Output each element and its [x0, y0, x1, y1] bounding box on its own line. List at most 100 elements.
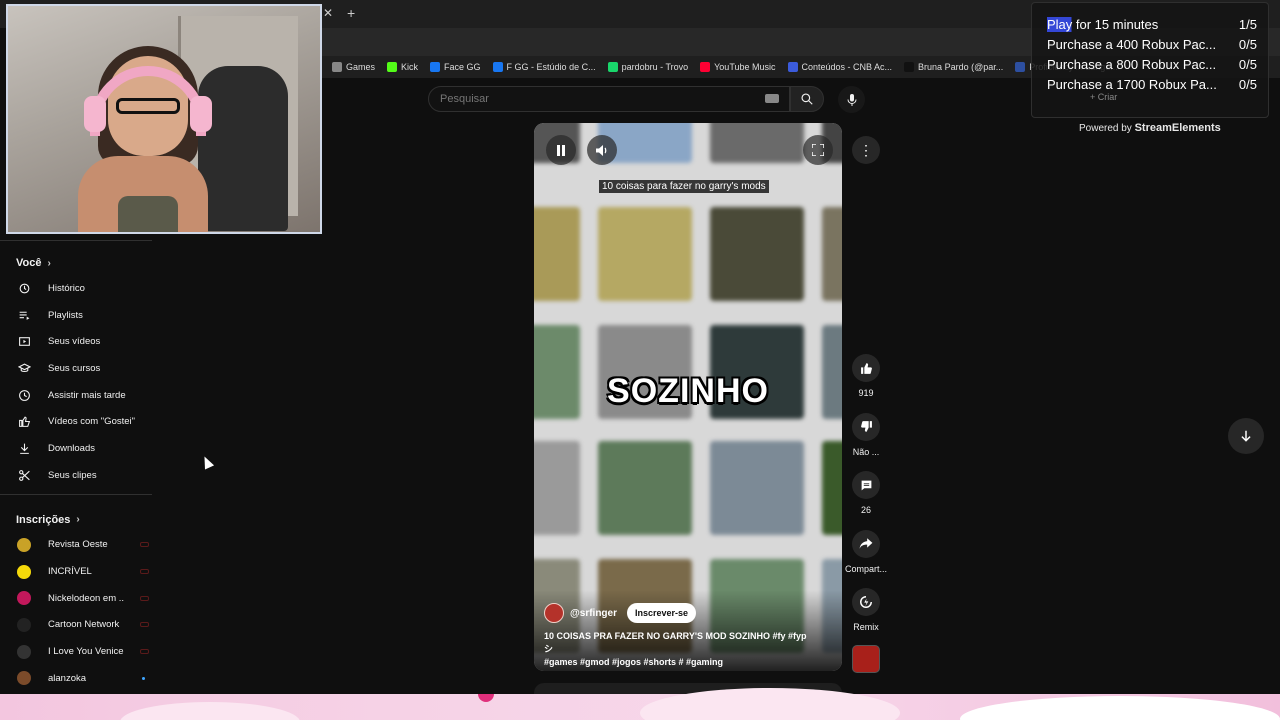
goal-row: Play for 15 minutes 1/5	[1047, 17, 1257, 32]
section-you-title: Você	[16, 257, 42, 269]
live-indicator-icon	[140, 569, 149, 575]
goal-progress: 0/5	[1238, 77, 1257, 92]
sidebar-item-liked[interactable]: Vídeos com "Gostei"	[0, 408, 154, 435]
bookmark-item[interactable]: YouTube Music	[700, 62, 776, 72]
map-thumbnail	[598, 207, 692, 301]
watch-later-icon	[17, 388, 31, 402]
subscription-item[interactable]: Revista Oeste	[0, 532, 154, 559]
subscription-item[interactable]: I Love You Venice	[0, 638, 154, 665]
sidebar-item-history[interactable]: Histórico	[0, 275, 154, 302]
history-icon	[17, 281, 31, 295]
channel-avatar[interactable]	[544, 603, 564, 623]
goal-row: Purchase a 800 Robux Pac... 0/5	[1047, 57, 1257, 72]
create-button[interactable]: + Criar	[1090, 92, 1117, 102]
live-indicator-icon	[140, 595, 149, 601]
bookmark-favicon-icon	[1015, 62, 1026, 72]
voice-search-button[interactable]	[838, 86, 865, 113]
search-icon	[801, 93, 813, 105]
sidebar-section-you[interactable]: Você ›	[0, 251, 154, 275]
bookmark-item[interactable]: Games	[332, 62, 375, 72]
comments-action[interactable]: 26	[842, 471, 890, 530]
overlay-cloud	[960, 696, 1280, 720]
subscription-name: I Love You Venice	[48, 646, 124, 658]
folder-icon	[332, 62, 342, 72]
sidebar-item-label: Seus vídeos	[48, 336, 101, 348]
sidebar-item-watch-later[interactable]: Assistir mais tarde	[0, 382, 154, 409]
bookmark-label: Bruna Pardo (@par...	[918, 62, 1004, 72]
bookmark-label: Face GG	[444, 62, 481, 72]
share-label: Compart...	[844, 563, 887, 574]
thumbs-up-icon	[860, 362, 872, 374]
channel-avatar	[17, 671, 31, 686]
video-description[interactable]: 10 COISAS PRA FAZER NO GARRY'S MOD SOZIN…	[544, 630, 814, 669]
new-tab-icon[interactable]: +	[347, 5, 355, 21]
like-action[interactable]: 919	[842, 354, 890, 413]
subscription-item[interactable]: Cartoon Network	[0, 612, 154, 639]
section-subscriptions-title: Inscrições	[16, 513, 71, 526]
bookmark-item[interactable]: Face GG	[430, 62, 481, 72]
next-short-button[interactable]	[1228, 418, 1264, 454]
sidebar-item-download[interactable]: Downloads	[0, 435, 154, 462]
bookmark-item[interactable]: Kick	[387, 62, 418, 72]
subscription-item[interactable]: INCRÍVEL	[0, 558, 154, 585]
sidebar-item-clips[interactable]: Seus clipes	[0, 462, 154, 489]
dislike-label: Não ...	[852, 446, 880, 457]
map-thumbnail	[534, 207, 580, 301]
search-input[interactable]	[440, 93, 740, 105]
live-indicator-icon	[140, 542, 149, 548]
sidebar-item-your-videos[interactable]: Seus vídeos	[0, 328, 154, 355]
bookmark-favicon-icon	[700, 62, 711, 72]
bookmark-item[interactable]: Conteúdos - CNB Ac...	[787, 62, 893, 72]
mouse-cursor	[199, 454, 215, 470]
thumbs-down-icon	[860, 421, 872, 432]
channel-avatar	[17, 537, 31, 552]
pause-button[interactable]	[546, 135, 576, 165]
description-line-2: #games #gmod #jogos #shorts # #gaming	[544, 657, 724, 667]
goal-row: Purchase a 1700 Robux Pa... 0/5	[1047, 77, 1257, 92]
fullscreen-button[interactable]	[803, 135, 833, 165]
keyboard-icon[interactable]	[765, 94, 779, 103]
map-thumbnail	[710, 123, 804, 163]
bookmark-item[interactable]: pardobru - Trovo	[607, 62, 688, 72]
goal-progress: 0/5	[1238, 57, 1257, 72]
volume-button[interactable]	[587, 135, 617, 165]
bookmark-label: F GG - Estúdio de C...	[506, 62, 596, 72]
sidebar-item-courses[interactable]: Seus cursos	[0, 355, 154, 382]
like-count: 919	[858, 388, 874, 398]
share-action[interactable]: Compart...	[842, 529, 890, 589]
sidebar-item-label: Assistir mais tarde	[48, 389, 126, 401]
your-videos-icon	[17, 335, 31, 349]
bookmark-favicon-icon	[607, 62, 618, 72]
bookmark-item[interactable]: Bruna Pardo (@par...	[904, 62, 1003, 72]
remix-action[interactable]: Remix	[842, 588, 890, 647]
goals-widget: Play for 15 minutes 1/5 Purchase a 400 Rob…	[1031, 2, 1269, 118]
video-title-overlay: 10 coisas para fazer no garry's mods	[599, 180, 769, 193]
subscription-item[interactable]: alanzoka	[0, 665, 154, 692]
bookmark-label: Kick	[401, 62, 419, 72]
stream-overlay-bottom-band	[0, 688, 1280, 720]
channel-name[interactable]: @srfinger	[570, 608, 617, 619]
bookmark-favicon-icon	[430, 62, 441, 72]
arrow-down-icon	[1241, 430, 1251, 442]
subscribe-button[interactable]: Inscrever-se	[626, 603, 697, 623]
sidebar-item-playlists[interactable]: Playlists	[0, 302, 154, 329]
sidebar-section-subscriptions[interactable]: Inscrições ›	[0, 508, 154, 532]
dislike-action[interactable]: Não ...	[842, 412, 890, 472]
sidebar-item-label: Seus cursos	[48, 362, 101, 374]
subscription-item[interactable]: Nickelodeon em ...	[0, 585, 154, 612]
comment-icon	[861, 480, 871, 490]
more-options-button[interactable]: ⋮	[852, 136, 880, 164]
sidebar-item-label: Seus clipes	[48, 469, 97, 481]
chevron-right-icon: ›	[76, 514, 80, 525]
close-tab-icon[interactable]: ✕	[323, 6, 333, 20]
bookmark-label: Conteúdos - CNB Ac...	[801, 62, 893, 72]
comment-count: 26	[860, 505, 871, 515]
bookmark-item[interactable]: F GG - Estúdio de C...	[492, 62, 596, 72]
sound-thumbnail[interactable]	[852, 645, 880, 673]
search-button[interactable]	[790, 86, 824, 112]
share-icon	[859, 538, 873, 549]
sidebar-item-label: Histórico	[48, 282, 85, 294]
video-caption: SOZINHO	[607, 372, 769, 410]
short-actions: 919 Não ... 26 Compart... Remix	[842, 354, 890, 647]
search-box[interactable]	[428, 86, 790, 112]
